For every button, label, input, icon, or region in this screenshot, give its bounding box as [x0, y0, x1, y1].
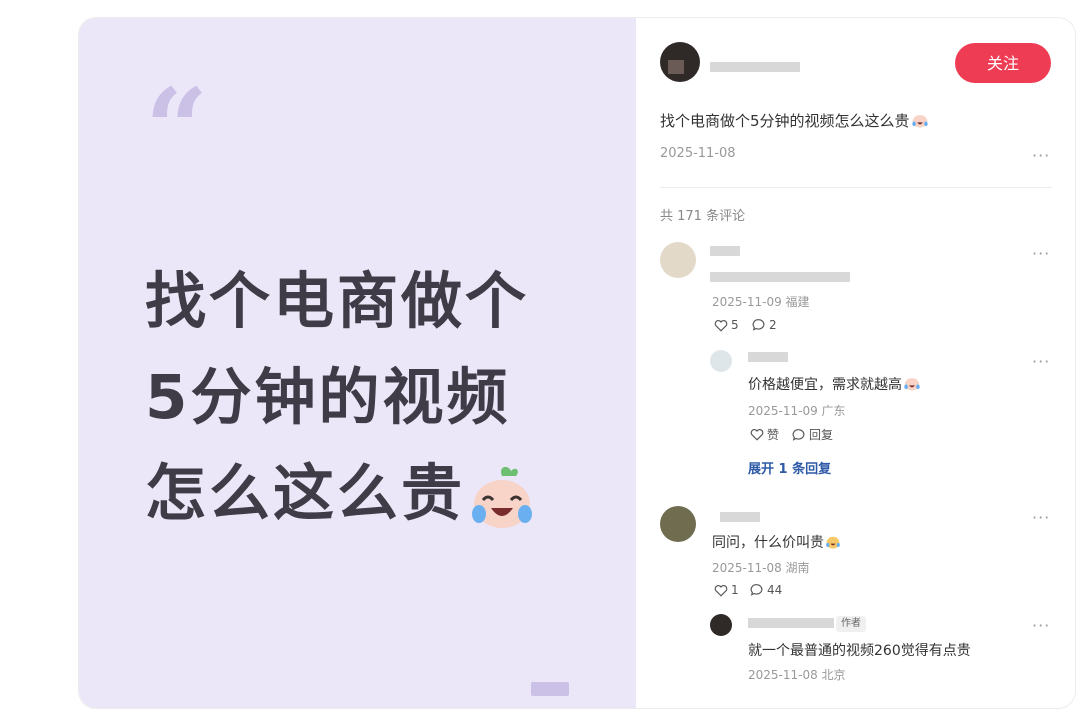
post-card: “ 找个电商做个 5分钟的视频 怎么这么贵 关注 找个电商做个5分钟的视频怎么这…: [78, 17, 1076, 709]
comment-avatar[interactable]: [660, 506, 696, 542]
comment-meta: 2025-11-09 福建: [712, 295, 810, 309]
headline-line-3: 怎么这么贵: [145, 446, 537, 542]
comment-reply-button[interactable]: 2: [752, 318, 777, 332]
reply-avatar[interactable]: [710, 350, 732, 372]
comment-text: 同问，什么价叫贵: [712, 532, 841, 552]
quote-mark: “: [145, 64, 209, 193]
heart-icon: [714, 319, 728, 332]
author-name-blurred[interactable]: [710, 62, 800, 72]
image-headline: 找个电商做个 5分钟的视频 怎么这么贵: [145, 254, 537, 542]
comment-meta: 2025-11-08 湖南: [712, 561, 810, 575]
comment-text-content: 同问，什么价叫贵: [712, 535, 824, 551]
post-more-icon[interactable]: ···: [1032, 146, 1050, 165]
expand-replies-link[interactable]: 展开 1 条回复: [748, 458, 831, 477]
heart-icon: [750, 429, 764, 441]
reply-username-blurred[interactable]: [748, 618, 834, 628]
headline-line-2: 5分钟的视频: [145, 362, 511, 433]
reply-text-content: 价格越便宜，需求就越高: [748, 377, 902, 393]
comment-bubble-icon: [750, 584, 763, 596]
reply-reply-label: 回复: [809, 428, 834, 442]
crying-laughing-face-icon: [904, 378, 920, 391]
comment-count: 共 171 条评论: [660, 209, 746, 224]
post-image[interactable]: “ 找个电商做个 5分钟的视频 怎么这么贵: [79, 18, 636, 708]
crying-laughing-face-icon: [911, 115, 928, 128]
post-title-text: 找个电商做个5分钟的视频怎么这么贵: [660, 112, 910, 130]
reply-reply-button[interactable]: 回复: [792, 426, 833, 443]
reply-count: 44: [767, 583, 783, 597]
crying-laughing-face-icon: [472, 467, 533, 529]
heart-icon: [714, 584, 728, 597]
post-detail-panel: 关注 找个电商做个5分钟的视频怎么这么贵 2025-11-08 ··· 共 17…: [636, 18, 1075, 708]
like-count: 1: [731, 583, 739, 597]
reply-text: 就一个最普通的视频260觉得有点贵: [748, 643, 971, 659]
comment-text-blurred: [710, 272, 850, 282]
comment-bubble-icon: [752, 319, 765, 331]
reply-meta: 2025-11-08 北京: [748, 668, 846, 682]
comment-more-icon[interactable]: ···: [1032, 244, 1050, 263]
headline-line-3-text: 怎么这么贵: [145, 458, 466, 529]
reply-username-blurred[interactable]: [748, 352, 788, 362]
reply-more-icon[interactable]: ···: [1032, 616, 1050, 635]
reply-meta: 2025-11-09 广东: [748, 404, 846, 418]
post-date: 2025-11-08: [660, 146, 736, 161]
reply-more-icon[interactable]: ···: [1032, 352, 1050, 371]
crying-laughing-face-icon: [826, 536, 840, 549]
author-badge: 作者: [836, 616, 866, 632]
reply-count: 2: [769, 318, 777, 332]
comment-username-blurred[interactable]: [710, 246, 740, 256]
comment-like-button[interactable]: 1: [714, 583, 739, 597]
comment-bubble-icon: [792, 428, 805, 441]
headline-line-1: 找个电商做个: [145, 266, 530, 337]
follow-button[interactable]: 关注: [955, 43, 1051, 83]
comment-avatar[interactable]: [660, 242, 696, 278]
comment-reply-button[interactable]: 44: [750, 583, 782, 597]
reply-text: 价格越便宜，需求就越高: [748, 374, 921, 394]
post-title: 找个电商做个5分钟的视频怎么这么贵: [660, 110, 929, 131]
comment-username-blurred[interactable]: [720, 512, 760, 522]
author-avatar[interactable]: [660, 42, 700, 82]
divider: [660, 187, 1052, 188]
comment-more-icon[interactable]: ···: [1032, 508, 1050, 527]
reply-avatar[interactable]: [710, 614, 732, 636]
reply-like-label: 赞: [767, 428, 780, 442]
comment-like-button[interactable]: 5: [714, 318, 739, 332]
like-count: 5: [731, 318, 739, 332]
reply-like-button[interactable]: 赞: [750, 426, 779, 443]
